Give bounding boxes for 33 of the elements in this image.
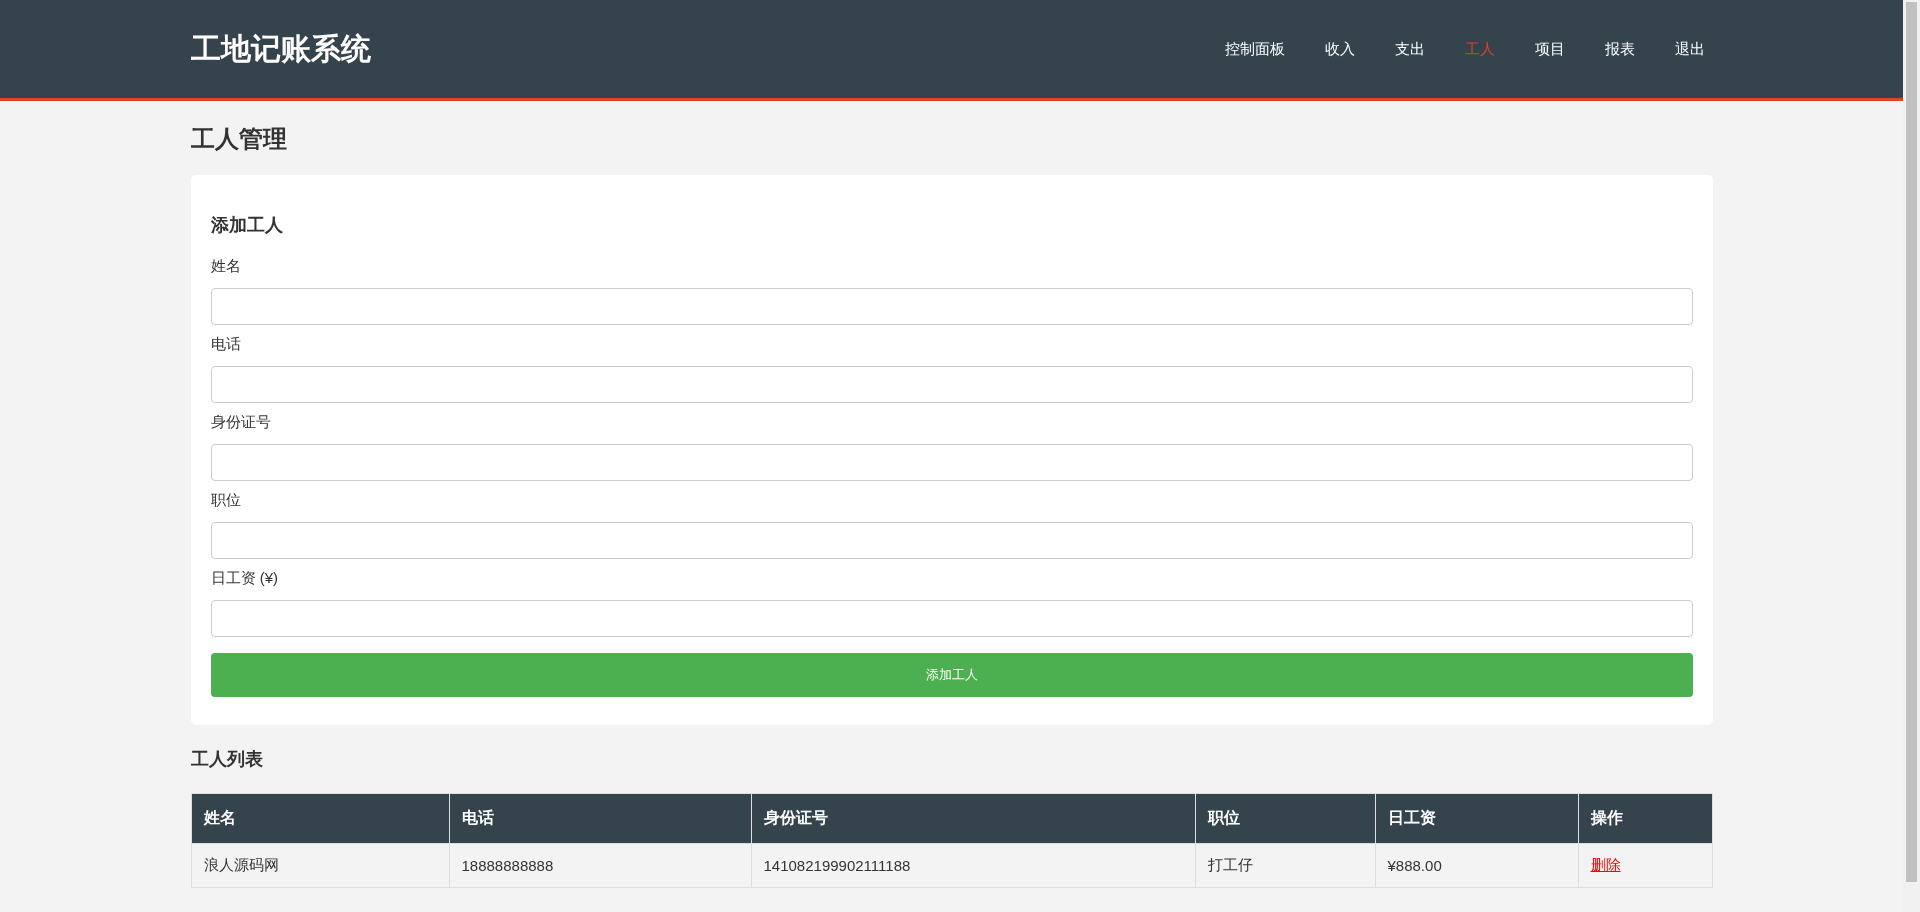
- column-header: 职位: [1195, 793, 1375, 844]
- nav-link[interactable]: 退出: [1654, 39, 1705, 59]
- input-field[interactable]: [210, 444, 1693, 481]
- table-cell: 浪人源码网: [191, 843, 449, 888]
- table-title: 工人列表: [190, 748, 264, 771]
- input-field[interactable]: [210, 600, 1693, 637]
- form-title: 添加工人: [210, 214, 284, 237]
- table-cell: ¥888.00: [1375, 843, 1578, 888]
- nav-link[interactable]: 控制面板: [1204, 39, 1305, 59]
- delete-link[interactable]: 删除: [1590, 856, 1621, 873]
- field-label: 日工资 (¥): [210, 569, 279, 588]
- scrollbar-thumb[interactable]: [1906, 2, 1917, 882]
- input-field[interactable]: [210, 366, 1693, 403]
- nav-link[interactable]: 项目: [1514, 39, 1585, 59]
- field-label: 姓名: [210, 257, 242, 276]
- column-header: 姓名: [191, 793, 449, 844]
- column-header: 日工资: [1375, 793, 1578, 844]
- page-title: 工人管理: [190, 124, 288, 154]
- input-field[interactable]: [210, 288, 1693, 325]
- column-header: 身份证号: [751, 793, 1195, 844]
- column-header: 电话: [449, 793, 751, 844]
- table-cell: 18888888888: [449, 843, 751, 888]
- field-label: 电话: [210, 335, 242, 354]
- column-header: 操作: [1578, 793, 1712, 844]
- logo-text: 工地记账系统: [190, 30, 371, 67]
- table-cell: 141082199902111188: [751, 843, 1195, 888]
- table-cell: 打工仔: [1195, 843, 1375, 888]
- nav-link[interactable]: 收入: [1304, 39, 1375, 59]
- field-label: 身份证号: [210, 413, 272, 432]
- nav-link[interactable]: 报表: [1584, 39, 1655, 59]
- nav-link[interactable]: 支出: [1374, 39, 1445, 59]
- field-label: 职位: [210, 491, 242, 510]
- input-field[interactable]: [210, 522, 1693, 559]
